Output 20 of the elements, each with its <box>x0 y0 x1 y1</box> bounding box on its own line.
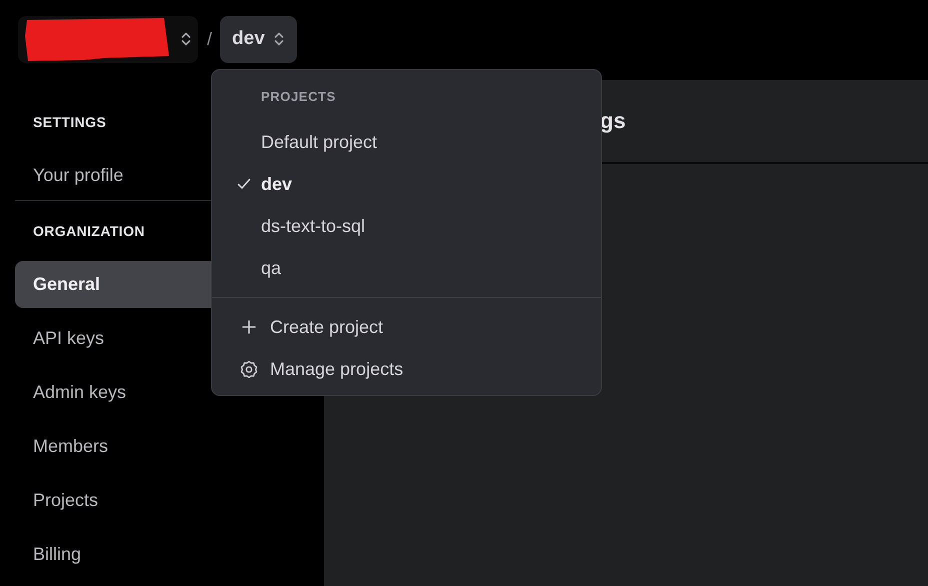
project-option[interactable]: dev <box>212 163 601 205</box>
sidebar-item[interactable]: Billing <box>15 531 315 578</box>
section-heading: ORGANIZATION <box>32 222 145 241</box>
manage-projects-item[interactable]: Manage projects <box>212 348 601 390</box>
chevron-up-down-icon <box>272 31 285 47</box>
breadcrumb-separator: / <box>207 28 212 50</box>
project-button[interactable]: dev <box>220 16 297 62</box>
settings-icon <box>240 360 258 378</box>
project-option[interactable]: Default project <box>212 121 601 163</box>
create-project-item[interactable]: Create project <box>212 306 601 348</box>
project-option[interactable]: ds-text-to-sql <box>212 205 601 247</box>
sidebar-item[interactable]: Members <box>15 423 315 470</box>
organization-button[interactable] <box>18 16 198 62</box>
chevron-up-down-icon <box>180 31 192 47</box>
checkmark-icon <box>237 178 251 190</box>
page-title: gs <box>600 108 626 134</box>
menu-heading: PROJECTS <box>260 89 337 106</box>
section-heading: SETTINGS <box>32 113 106 132</box>
sidebar-item[interactable]: Projects <box>15 477 315 524</box>
plus-icon <box>242 320 256 334</box>
